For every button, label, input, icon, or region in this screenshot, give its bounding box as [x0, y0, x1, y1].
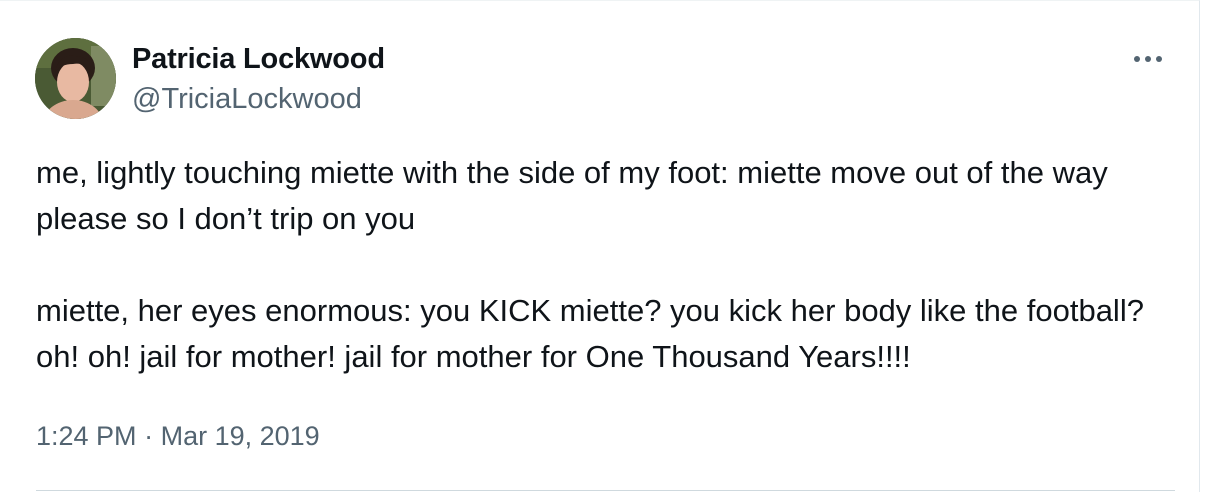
- author-handle[interactable]: @TriciaLockwood: [132, 83, 362, 116]
- tweet-date[interactable]: Mar 19, 2019: [161, 421, 320, 451]
- author-display-name[interactable]: Patricia Lockwood: [132, 43, 385, 76]
- divider: [36, 490, 1175, 491]
- tweet-text: me, lightly touching miette with the sid…: [36, 155, 1144, 374]
- tweet-card: Patricia Lockwood @TriciaLockwood me, li…: [0, 0, 1200, 492]
- profile-photo-icon: [35, 38, 116, 119]
- meta-separator: ·: [144, 421, 154, 451]
- author-avatar[interactable]: [35, 38, 116, 119]
- tweet-timestamp: 1:24 PM · Mar 19, 2019: [36, 421, 320, 452]
- more-options-icon[interactable]: [1131, 49, 1165, 69]
- tweet-time[interactable]: 1:24 PM: [36, 421, 137, 451]
